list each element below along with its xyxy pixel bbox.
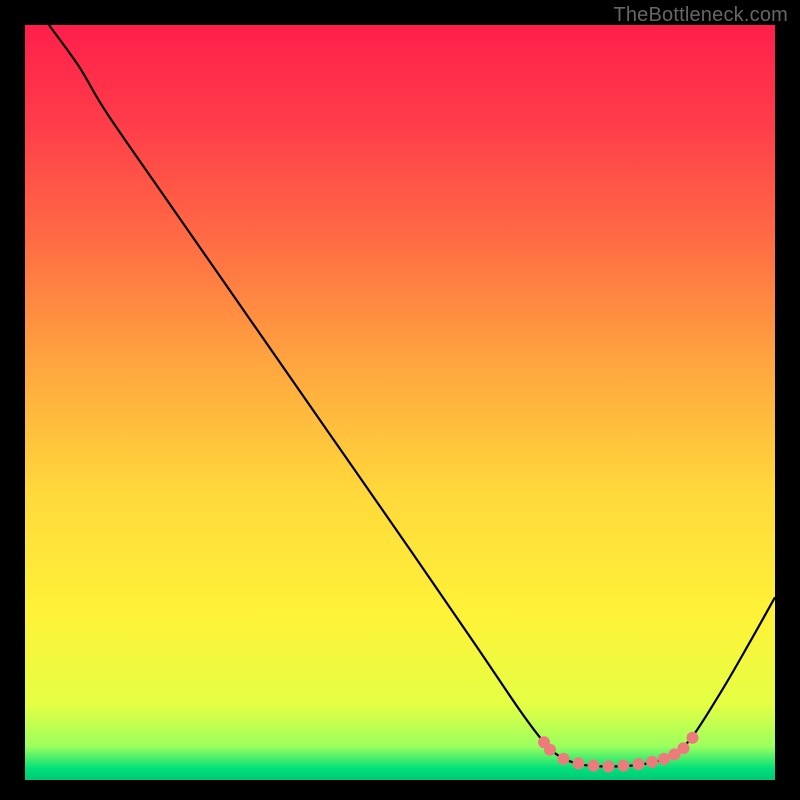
curve-marker — [573, 757, 585, 769]
gradient-background — [25, 25, 775, 780]
chart-stage: TheBottleneck.com — [0, 0, 800, 800]
bottleneck-chart — [25, 25, 775, 780]
curve-marker — [588, 760, 600, 772]
curve-marker — [633, 758, 645, 770]
curve-marker — [678, 742, 690, 754]
chart-plot-area — [25, 25, 775, 780]
curve-marker — [687, 732, 699, 744]
attribution-label: TheBottleneck.com — [613, 4, 788, 27]
curve-marker — [618, 760, 630, 772]
curve-marker — [646, 756, 658, 768]
curve-marker — [544, 744, 556, 756]
curve-marker — [603, 760, 615, 772]
curve-marker — [558, 753, 570, 765]
curve-marker — [658, 753, 670, 765]
